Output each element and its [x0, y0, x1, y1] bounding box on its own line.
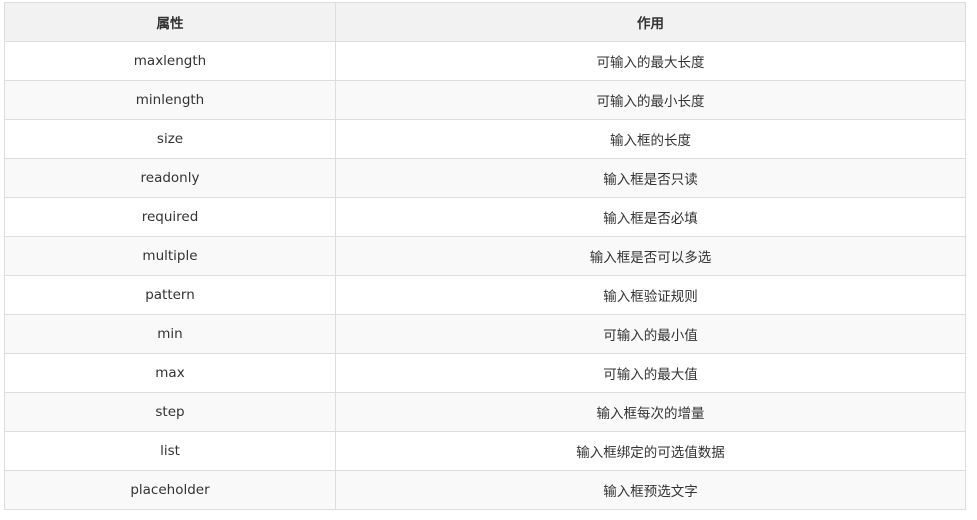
description-cell: 输入框是否可以多选	[335, 236, 966, 276]
attribute-table-container: 属性 作用 maxlength 可输入的最大长度 minlength 可输入的最…	[4, 2, 966, 510]
attribute-cell: placeholder	[4, 470, 336, 510]
table-header: 属性 作用	[4, 2, 966, 42]
header-function: 作用	[335, 2, 966, 42]
table-row: size 输入框的长度	[4, 119, 966, 159]
attribute-cell: readonly	[4, 158, 336, 198]
attribute-cell: pattern	[4, 275, 336, 315]
description-cell: 输入框验证规则	[335, 275, 966, 315]
description-cell: 输入框是否只读	[335, 158, 966, 198]
attribute-cell: multiple	[4, 236, 336, 276]
description-cell: 输入框绑定的可选值数据	[335, 431, 966, 471]
description-cell: 可输入的最大值	[335, 353, 966, 393]
description-cell: 输入框是否必填	[335, 197, 966, 237]
attribute-cell: min	[4, 314, 336, 354]
table-row: step 输入框每次的增量	[4, 392, 966, 432]
header-row: 属性 作用	[4, 2, 966, 42]
attribute-cell: max	[4, 353, 336, 393]
table-row: max 可输入的最大值	[4, 353, 966, 393]
table-body: maxlength 可输入的最大长度 minlength 可输入的最小长度 si…	[4, 41, 966, 510]
attribute-cell: required	[4, 197, 336, 237]
table-row: minlength 可输入的最小长度	[4, 80, 966, 120]
attribute-cell: minlength	[4, 80, 336, 120]
description-cell: 输入框每次的增量	[335, 392, 966, 432]
table-row: placeholder 输入框预选文字	[4, 470, 966, 510]
table-row: maxlength 可输入的最大长度	[4, 41, 966, 81]
attribute-cell: list	[4, 431, 336, 471]
attribute-table: 属性 作用 maxlength 可输入的最大长度 minlength 可输入的最…	[4, 2, 966, 510]
attribute-cell: size	[4, 119, 336, 159]
table-row: min 可输入的最小值	[4, 314, 966, 354]
description-cell: 可输入的最小长度	[335, 80, 966, 120]
attribute-cell: maxlength	[4, 41, 336, 81]
header-attribute: 属性	[4, 2, 336, 42]
table-row: pattern 输入框验证规则	[4, 275, 966, 315]
table-row: multiple 输入框是否可以多选	[4, 236, 966, 276]
attribute-cell: step	[4, 392, 336, 432]
table-row: list 输入框绑定的可选值数据	[4, 431, 966, 471]
description-cell: 输入框预选文字	[335, 470, 966, 510]
table-row: readonly 输入框是否只读	[4, 158, 966, 198]
description-cell: 可输入的最大长度	[335, 41, 966, 81]
description-cell: 可输入的最小值	[335, 314, 966, 354]
table-row: required 输入框是否必填	[4, 197, 966, 237]
description-cell: 输入框的长度	[335, 119, 966, 159]
